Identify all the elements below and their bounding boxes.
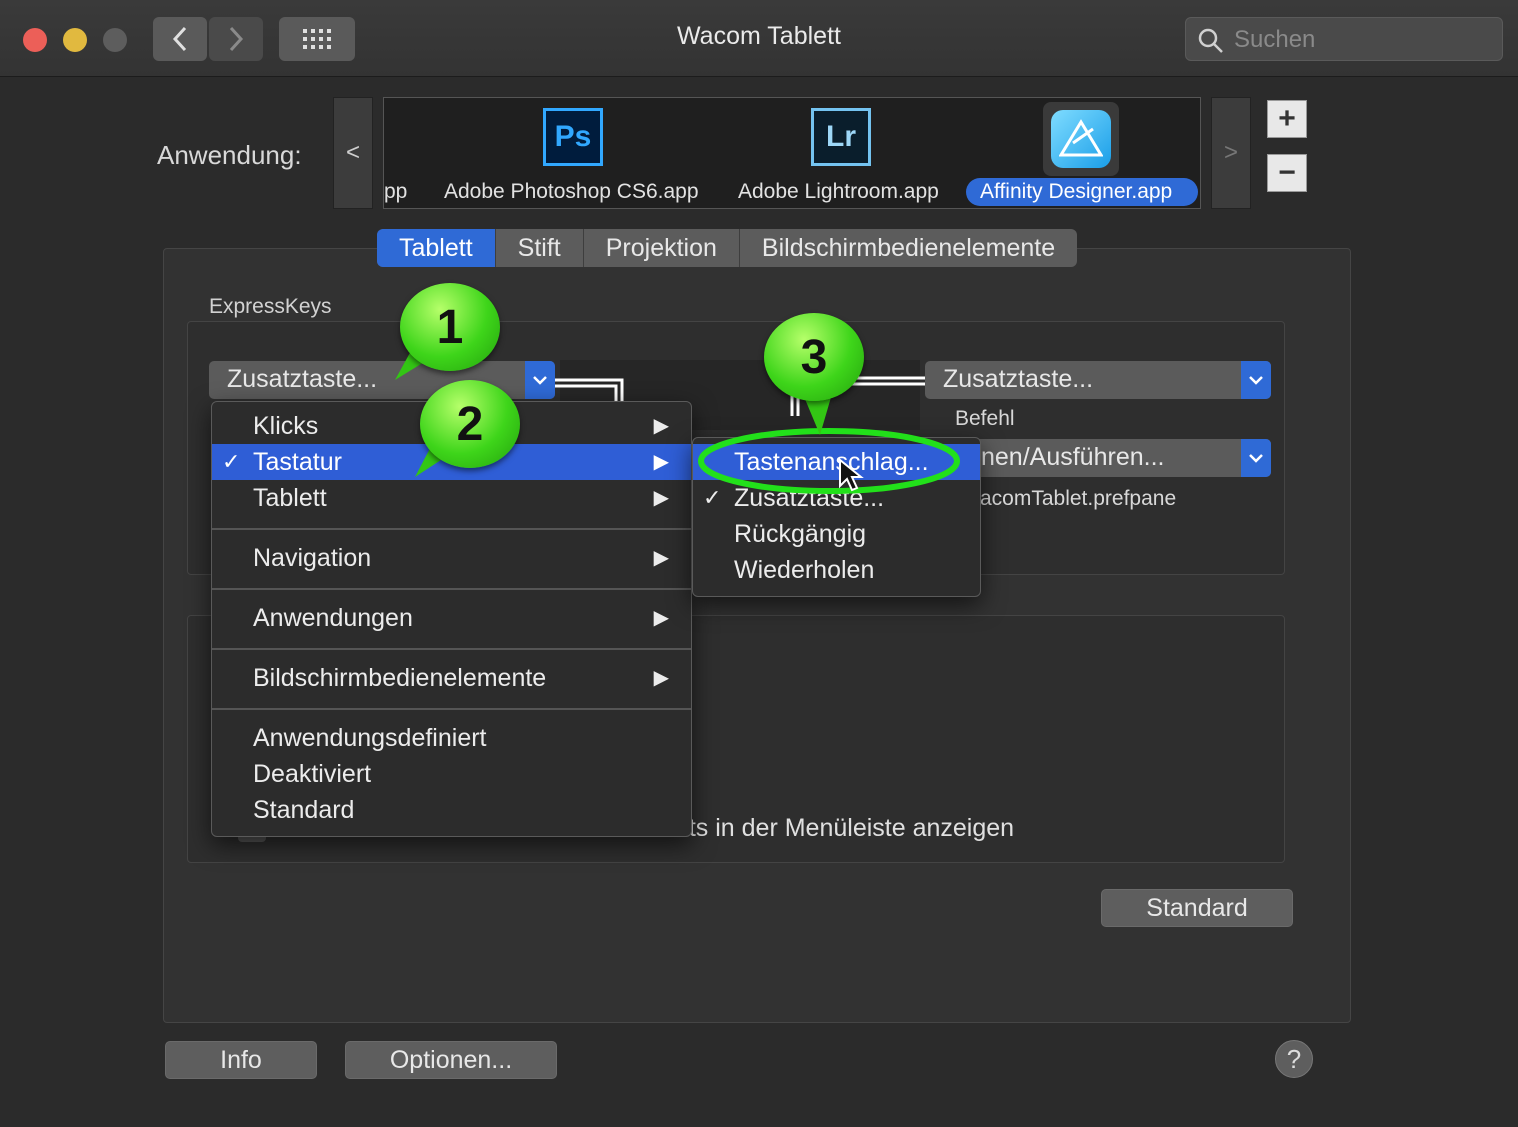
info-button[interactable]: Info: [165, 1041, 317, 1079]
remove-application-button[interactable]: −: [1267, 154, 1307, 192]
chevron-down-icon: [525, 361, 555, 399]
application-label: Anwendung:: [157, 140, 302, 170]
application-list[interactable]: pp Ps Adobe Photoshop CS6.app Lr Adobe L…: [383, 97, 1201, 209]
checkmark-icon: ✓: [222, 449, 241, 474]
left-expresskey-value: Zusatztaste...: [227, 365, 378, 393]
apps-scroll-left-button[interactable]: <: [333, 97, 373, 209]
options-button[interactable]: Optionen...: [345, 1041, 557, 1079]
search-icon: [1198, 28, 1223, 53]
submenu-arrow-icon: ▶: [653, 667, 669, 689]
menu-separator: [212, 528, 691, 530]
menu-item-navigation[interactable]: Navigation ▶: [212, 540, 691, 576]
submenu-arrow-icon: ▶: [653, 607, 669, 629]
tab-bildschirmbedienelemente[interactable]: Bildschirmbedienelemente: [740, 229, 1077, 267]
menubar-status-label: etts in der Menüleiste anzeigen: [668, 814, 1015, 842]
callout-badge-3: 3: [764, 313, 864, 401]
photoshop-icon: Ps: [543, 108, 603, 166]
chevron-down-icon: [1241, 439, 1271, 477]
callout-badge-2: 2: [420, 380, 520, 468]
help-button[interactable]: ?: [1275, 1040, 1313, 1078]
app-item-partial[interactable]: pp: [384, 180, 407, 204]
app-item-affinity-designer[interactable]: Affinity Designer.app: [980, 180, 1172, 204]
menu-item-deaktiviert[interactable]: Deaktiviert: [212, 756, 691, 792]
search-field[interactable]: [1185, 17, 1503, 61]
search-input[interactable]: [1232, 24, 1486, 56]
app-item-lightroom[interactable]: Adobe Lightroom.app: [738, 180, 939, 204]
submenu-item-wiederholen[interactable]: Wiederholen: [693, 552, 980, 588]
tab-stift[interactable]: Stift: [496, 229, 584, 267]
submenu-item-rueckgaengig[interactable]: Rückgängig: [693, 516, 980, 552]
submenu-arrow-icon: ▶: [653, 451, 669, 473]
apps-scroll-right-button[interactable]: >: [1211, 97, 1251, 209]
menu-item-tablett[interactable]: Tablett ▶: [212, 480, 691, 516]
callout-badge-1: 1: [400, 283, 500, 371]
prefpane-text: acomTablet.prefpane: [980, 487, 1177, 510]
tab-tablett[interactable]: Tablett: [377, 229, 496, 267]
mouse-cursor-icon: [839, 458, 864, 492]
right-expresskey-value: Zusatztaste...: [943, 365, 1094, 393]
app-item-photoshop[interactable]: Adobe Photoshop CS6.app: [444, 180, 699, 204]
standard-button[interactable]: Standard: [1101, 889, 1293, 927]
submenu-arrow-icon: ▶: [653, 415, 669, 437]
submenu-arrow-icon: ▶: [653, 487, 669, 509]
tab-bar: Tablett Stift Projektion Bildschirmbedie…: [377, 229, 1078, 267]
command-popup-value: nen/Ausführen...: [981, 443, 1165, 471]
tab-projektion[interactable]: Projektion: [584, 229, 740, 267]
menu-separator: [212, 588, 691, 590]
menu-item-anwendungsdefiniert[interactable]: Anwendungsdefiniert: [212, 720, 691, 756]
chevron-down-icon: [1241, 361, 1271, 399]
menu-separator: [212, 648, 691, 650]
expresskeys-title: ExpressKeys: [209, 295, 332, 318]
affinity-designer-icon: [1051, 110, 1111, 168]
menu-separator: [212, 708, 691, 710]
menu-item-bildschirmbedienelemente[interactable]: Bildschirmbedienelemente ▶: [212, 660, 691, 696]
add-application-button[interactable]: +: [1267, 100, 1307, 138]
menu-item-standard[interactable]: Standard: [212, 792, 691, 828]
menu-item-anwendungen[interactable]: Anwendungen ▶: [212, 600, 691, 636]
lightroom-icon: Lr: [811, 108, 871, 166]
right-expresskey-popup[interactable]: Zusatztaste...: [925, 361, 1271, 399]
submenu-arrow-icon: ▶: [653, 547, 669, 569]
